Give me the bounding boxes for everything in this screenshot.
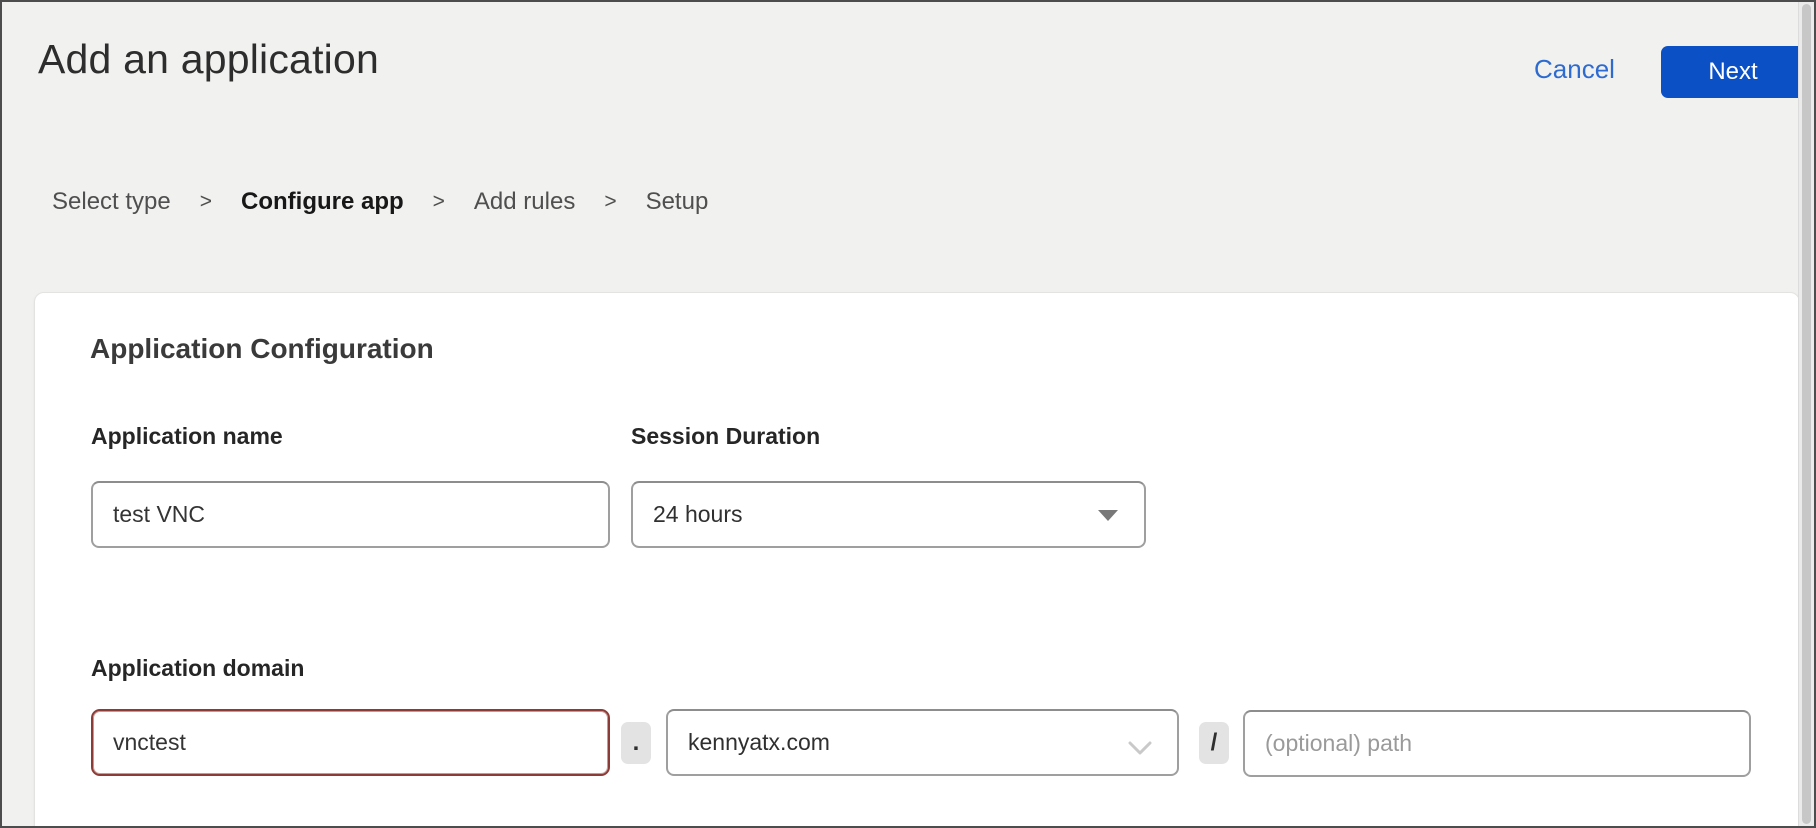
application-name-input[interactable] [91,481,610,548]
page-title: Add an application [38,36,379,83]
path-input[interactable] [1243,710,1751,777]
application-name-label: Application name [91,423,283,450]
step-add-rules[interactable]: Add rules [474,188,575,216]
breadcrumb: Select type > Configure app > Add rules … [52,188,708,216]
chevron-down-icon [1127,735,1153,762]
session-duration-label: Session Duration [631,423,820,450]
step-select-type[interactable]: Select type [52,188,171,216]
caret-down-icon [1098,510,1118,521]
next-button[interactable]: Next [1661,46,1805,98]
breadcrumb-separator: > [433,190,445,214]
application-domain-label: Application domain [91,655,304,682]
step-setup[interactable]: Setup [646,188,709,216]
configuration-card: Application Configuration Application na… [34,292,1800,828]
session-duration-select[interactable]: 24 hours [631,481,1146,548]
scrollbar-thumb[interactable] [1802,4,1811,824]
add-application-page: Add an application Cancel Next Select ty… [0,0,1816,828]
dot-separator: . [621,722,651,764]
vertical-scrollbar[interactable] [1798,2,1814,826]
section-title: Application Configuration [90,333,434,365]
step-configure-app[interactable]: Configure app [241,188,404,216]
slash-separator: / [1199,722,1229,764]
domain-value: kennyatx.com [688,729,830,756]
breadcrumb-separator: > [604,190,616,214]
session-duration-value: 24 hours [653,501,743,528]
cancel-button[interactable]: Cancel [1534,54,1615,85]
domain-select[interactable]: kennyatx.com [666,709,1179,776]
application-domain-row: . kennyatx.com / [91,709,1791,776]
breadcrumb-separator: > [200,190,212,214]
subdomain-input[interactable] [91,709,610,776]
